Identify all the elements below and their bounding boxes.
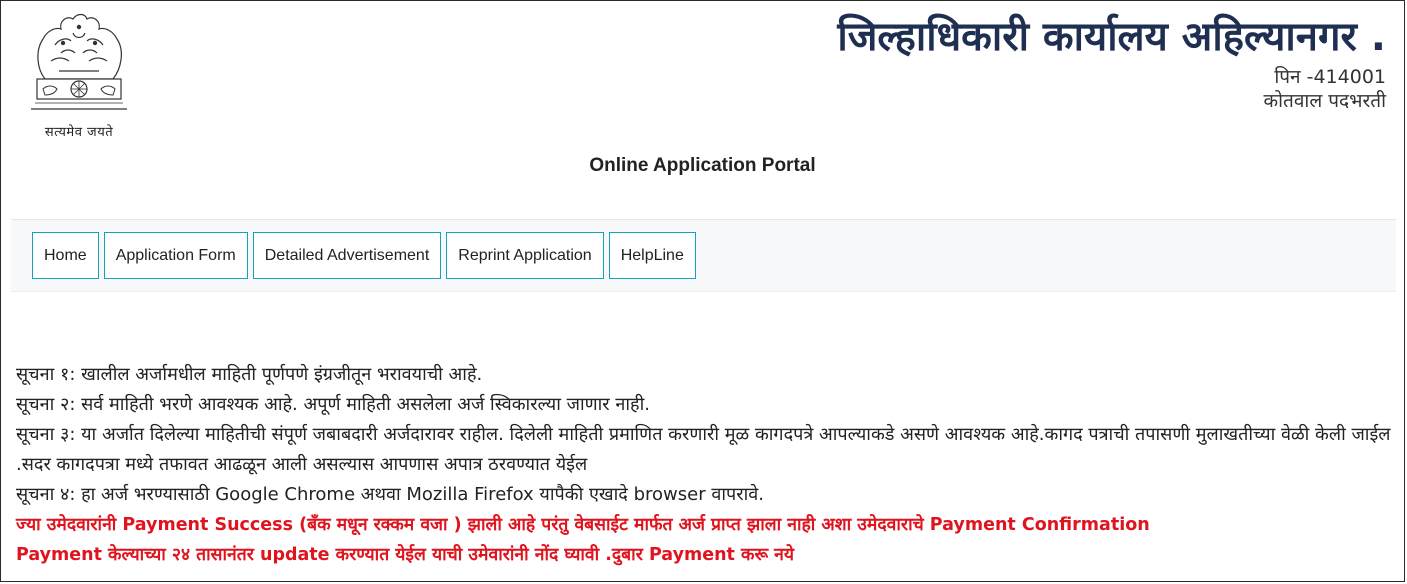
notice-4: सूचना ४: हा अर्ज भरण्यासाठी Google Chrom… bbox=[16, 484, 764, 505]
pin-code: पिन -414001 bbox=[1274, 66, 1386, 88]
emblem-motto: सत्यमेव जयते bbox=[44, 125, 114, 140]
post-name: कोतवाल पदभरती bbox=[1263, 90, 1386, 112]
nav-list: Home Application Form Detailed Advertise… bbox=[32, 232, 696, 279]
notices: सूचना १: खालील अर्जामधील माहिती पूर्णपणे… bbox=[16, 360, 1394, 570]
nav-application-form[interactable]: Application Form bbox=[103, 232, 248, 279]
lion-capital-icon bbox=[31, 13, 127, 110]
portal-title: Online Application Portal bbox=[589, 155, 816, 176]
national-emblem-logo: सत्यमेव जयते bbox=[15, 9, 143, 144]
nav-reprint-application[interactable]: Reprint Application bbox=[446, 232, 604, 279]
notice-1: सूचना १: खालील अर्जामधील माहिती पूर्णपणे… bbox=[16, 364, 483, 385]
navbar: Home Application Form Detailed Advertise… bbox=[11, 219, 1396, 292]
payment-notice-2: Payment केल्याच्या २४ तासानंतर update कर… bbox=[16, 545, 794, 565]
nav-home[interactable]: Home bbox=[32, 232, 99, 279]
office-title: जिल्हाधिकारी कार्यालय अहिल्यानगर . bbox=[837, 14, 1386, 60]
payment-notice-1: ज्या उमेदवारांनी Payment Success (बँक मध… bbox=[16, 515, 1150, 535]
notice-3: सूचना ३: या अर्जात दिलेल्या माहितीची संप… bbox=[16, 424, 1391, 475]
nav-helpline[interactable]: HelpLine bbox=[608, 232, 696, 279]
nav-detailed-advertisement[interactable]: Detailed Advertisement bbox=[252, 232, 442, 279]
page-frame: सत्यमेव जयते जिल्हाधिकारी कार्यालय अहिल्… bbox=[0, 0, 1405, 582]
notice-2: सूचना २: सर्व माहिती भरणे आवश्यक आहे. अप… bbox=[16, 394, 650, 415]
